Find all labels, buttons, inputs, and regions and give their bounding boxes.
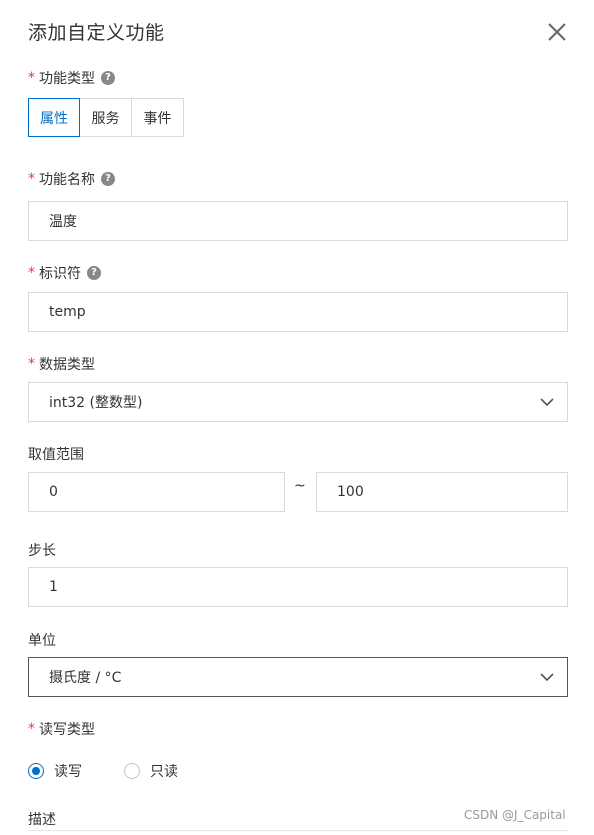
description-label: 描述 <box>28 809 56 829</box>
step-input[interactable]: 1 <box>28 567 568 607</box>
value-range-label-text: 取值范围 <box>28 447 84 463</box>
rw-type-readwrite-label[interactable]: 读写 <box>54 761 82 781</box>
close-icon <box>548 23 566 41</box>
identifier-label-text: 标识符 <box>39 266 81 282</box>
unit-label-text: 单位 <box>28 633 56 649</box>
rw-type-label: * 读写类型 <box>28 719 95 739</box>
range-min-input[interactable]: 0 <box>28 472 285 512</box>
add-custom-function-dialog: 添加自定义功能 * 功能类型 ? 属性 服务 事件 * 功能名称 ? 温度 * … <box>0 0 594 835</box>
function-type-event-button[interactable]: 事件 <box>131 98 184 137</box>
rw-type-label-text: 读写类型 <box>39 722 95 738</box>
identifier-input[interactable]: temp <box>28 292 568 332</box>
help-icon[interactable]: ? <box>101 71 115 85</box>
unit-select[interactable]: 摄氏度 / °C <box>28 657 568 697</box>
chevron-down-icon <box>540 673 554 682</box>
function-name-value: 温度 <box>49 214 77 230</box>
function-name-label: * 功能名称 ? <box>28 169 115 189</box>
data-type-select[interactable]: int32 (整数型) <box>28 382 568 422</box>
step-label: 步长 <box>28 540 56 560</box>
description-label-text: 描述 <box>28 812 56 828</box>
identifier-value: temp <box>49 304 86 320</box>
data-type-value: int32 (整数型) <box>49 395 143 411</box>
function-type-segmented-control: 属性 服务 事件 <box>28 98 184 137</box>
description-input-top-edge[interactable] <box>28 830 568 831</box>
function-type-label: * 功能类型 ? <box>28 68 115 88</box>
function-name-input[interactable]: 温度 <box>28 201 568 241</box>
function-type-service-button[interactable]: 服务 <box>79 98 132 137</box>
required-mark: * <box>28 265 35 281</box>
unit-label: 单位 <box>28 630 56 650</box>
required-mark: * <box>28 70 35 86</box>
function-type-property-button[interactable]: 属性 <box>28 98 80 137</box>
help-icon[interactable]: ? <box>101 172 115 186</box>
step-value: 1 <box>49 579 58 595</box>
unit-value: 摄氏度 / °C <box>49 670 122 686</box>
range-separator: ~ <box>294 478 306 494</box>
radio-dot <box>32 767 40 775</box>
help-icon[interactable]: ? <box>87 266 101 280</box>
close-button[interactable] <box>545 20 569 44</box>
dialog-title: 添加自定义功能 <box>28 22 165 44</box>
value-range-label: 取值范围 <box>28 444 84 464</box>
step-label-text: 步长 <box>28 543 56 559</box>
required-mark: * <box>28 356 35 372</box>
data-type-label-text: 数据类型 <box>39 357 95 373</box>
data-type-label: * 数据类型 <box>28 354 95 374</box>
function-type-label-text: 功能类型 <box>39 71 95 87</box>
rw-type-readonly-label[interactable]: 只读 <box>150 761 178 781</box>
rw-type-radio-readonly[interactable] <box>124 763 140 779</box>
watermark: CSDN @J_Capital <box>464 808 566 822</box>
function-name-label-text: 功能名称 <box>39 172 95 188</box>
chevron-down-icon <box>540 398 554 407</box>
range-max-input[interactable]: 100 <box>316 472 568 512</box>
rw-type-radio-group: 读写 只读 <box>28 760 178 782</box>
identifier-label: * 标识符 ? <box>28 263 101 283</box>
required-mark: * <box>28 721 35 737</box>
range-max-value: 100 <box>337 484 364 500</box>
rw-type-radio-readwrite[interactable] <box>28 763 44 779</box>
range-min-value: 0 <box>49 484 58 500</box>
required-mark: * <box>28 171 35 187</box>
